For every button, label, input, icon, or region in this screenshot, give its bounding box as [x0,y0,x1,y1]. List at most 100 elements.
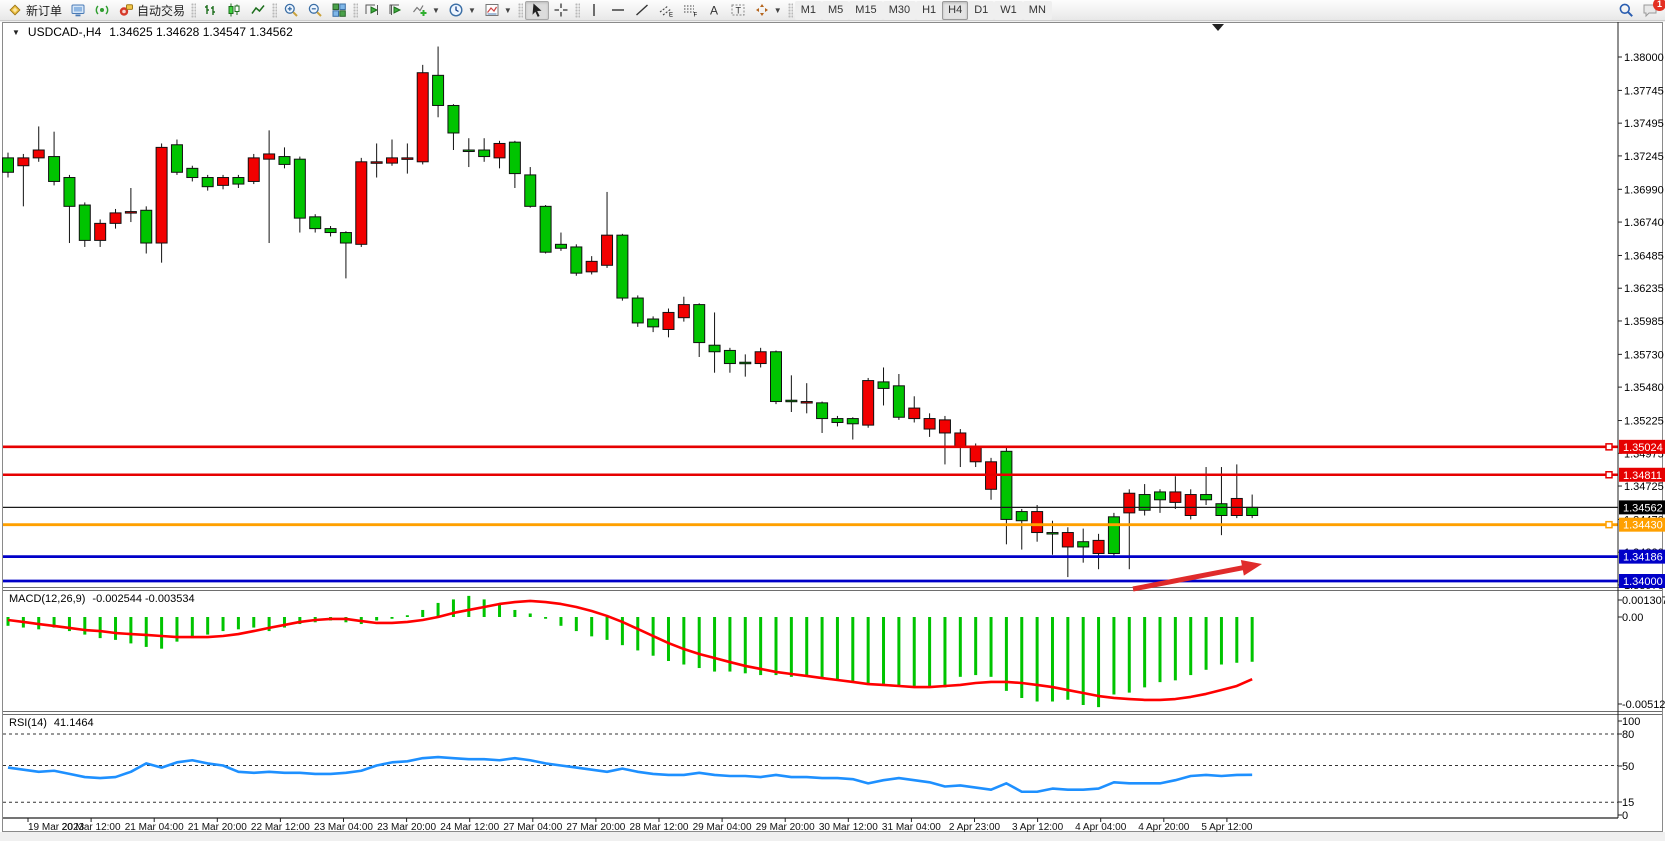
horizontal-line-button[interactable] [606,1,630,20]
svg-text:31 Mar 04:00: 31 Mar 04:00 [882,822,941,833]
chart-dropdown-icon[interactable]: ▼ [12,28,20,37]
svg-text:29 Mar 20:00: 29 Mar 20:00 [756,822,815,833]
level-handle[interactable] [1606,472,1612,478]
svg-text:1.34562: 1.34562 [1623,502,1663,514]
chevron-down-icon: ▼ [774,6,782,15]
chart-symbol-period: USDCAD-,H4 [28,25,101,39]
vertical-line-button[interactable] [582,1,606,20]
price-badge-1.34562: 1.34562 [1619,500,1665,514]
timeframe-mn-button[interactable]: MN [1023,1,1052,20]
candlestick-chart-icon [226,2,242,18]
timeframe-d1-button[interactable]: D1 [968,1,994,20]
chart-shift-button[interactable] [384,1,408,20]
cursor-button[interactable] [525,1,549,20]
tile-windows-button[interactable] [327,1,351,20]
line-chart-button[interactable] [246,1,270,20]
text-label-button[interactable]: T [726,1,750,20]
auto-trading-button[interactable]: 自动交易 [114,1,189,20]
indicators-icon [412,2,428,18]
svg-text:1.34000: 1.34000 [1623,576,1663,588]
svg-text:1.36235: 1.36235 [1624,283,1664,295]
equidistant-channel-button[interactable]: E [654,1,678,20]
svg-text:0.001307: 0.001307 [1622,595,1665,607]
bar-chart-icon [202,2,218,18]
timeframe-m5-button[interactable]: M5 [822,1,849,20]
svg-text:1.38000: 1.38000 [1624,52,1664,64]
svg-text:22 Mar 12:00: 22 Mar 12:00 [251,822,310,833]
horizontal-line-icon [610,2,626,18]
timeframe-m30-button[interactable]: M30 [883,1,916,20]
svg-text:A: A [710,4,718,18]
svg-text:-0.005123: -0.005123 [1622,699,1665,711]
chart-title-bar: ▼ USDCAD-,H4 1.34625 1.34628 1.34547 1.3… [12,25,293,39]
zoom-in-button[interactable] [279,1,303,20]
new-order-icon [7,2,23,18]
arrows-icon [754,2,770,18]
trendline-icon [634,2,650,18]
timeframe-w1-button[interactable]: W1 [994,1,1023,20]
level-handle[interactable] [1606,444,1612,450]
svg-text:1.37495: 1.37495 [1624,118,1664,130]
svg-text:1.35024: 1.35024 [1623,442,1663,454]
chart-canvas[interactable]: 1.380001.377451.374951.372451.369901.367… [0,0,1665,841]
rsi-indicator-label: RSI(14) 41.1464 [9,717,94,729]
bar-chart-button[interactable] [198,1,222,20]
new-order-label: 新订单 [26,2,62,19]
toolbar-grip [272,3,277,18]
periods-button[interactable]: ▼ [444,1,480,20]
svg-text:4 Apr 20:00: 4 Apr 20:00 [1138,822,1190,833]
macd-values: -0.002544 -0.003534 [92,593,194,605]
timeframe-h4-button[interactable]: H4 [942,1,968,20]
arrows-button[interactable]: ▼ [750,1,786,20]
fibonacci-button[interactable]: F [678,1,702,20]
svg-text:F: F [693,13,697,19]
new-order-button[interactable]: 新订单 [3,1,66,20]
template-icon [484,2,500,18]
svg-text:5 Apr 12:00: 5 Apr 12:00 [1201,822,1253,833]
svg-text:1.36740: 1.36740 [1624,217,1664,229]
auto-scroll-icon [364,2,380,18]
svg-text:3 Apr 12:00: 3 Apr 12:00 [1012,822,1064,833]
signals-button[interactable] [90,1,114,20]
text-button[interactable]: A [702,1,726,20]
candlestick-chart-button[interactable] [222,1,246,20]
templates-button[interactable]: ▼ [480,1,516,20]
trendline-button[interactable] [630,1,654,20]
svg-text:1.35225: 1.35225 [1624,416,1664,428]
timeframe-m1-button[interactable]: M1 [795,1,822,20]
auto-scroll-button[interactable] [360,1,384,20]
level-handle[interactable] [1606,522,1612,528]
timeframe-h1-button[interactable]: H1 [916,1,942,20]
terminal-button[interactable] [66,1,90,20]
fibonacci-icon: F [682,2,698,18]
svg-text:23 Mar 04:00: 23 Mar 04:00 [314,822,373,833]
chevron-down-icon: ▼ [504,6,512,15]
svg-text:21 Mar 04:00: 21 Mar 04:00 [125,822,184,833]
svg-text:27 Mar 04:00: 27 Mar 04:00 [503,822,562,833]
chart-area: 1.380001.377451.374951.372451.369901.367… [0,0,1665,841]
clock-icon [448,2,464,18]
chat-button[interactable]: 1 [1638,1,1662,20]
svg-text:1.34186: 1.34186 [1623,552,1663,564]
timeframe-bar: M1M5M15M30H1H4D1W1MN [795,1,1052,20]
price-badge-1.35024: 1.35024 [1619,440,1665,454]
svg-text:29 Mar 04:00: 29 Mar 04:00 [693,822,752,833]
svg-text:E: E [669,13,673,19]
crosshair-button[interactable] [549,1,573,20]
zoom-out-button[interactable] [303,1,327,20]
svg-text:4 Apr 04:00: 4 Apr 04:00 [1075,822,1127,833]
price-badge-1.34186: 1.34186 [1619,550,1665,564]
svg-text:1.34725: 1.34725 [1624,481,1664,493]
price-badge-1.34000: 1.34000 [1619,574,1665,588]
auto-trading-label: 自动交易 [137,2,185,19]
auto-trading-icon [118,2,134,18]
search-button[interactable] [1614,1,1638,20]
chart-shift-icon [388,2,404,18]
indicators-button[interactable]: ▼ [408,1,444,20]
rsi-name: RSI(14) [9,717,47,729]
toolbar-grip [191,3,196,18]
svg-text:28 Mar 12:00: 28 Mar 12:00 [630,822,689,833]
timeframe-m15-button[interactable]: M15 [849,1,882,20]
vertical-line-icon [586,2,602,18]
svg-text:80: 80 [1622,729,1634,741]
